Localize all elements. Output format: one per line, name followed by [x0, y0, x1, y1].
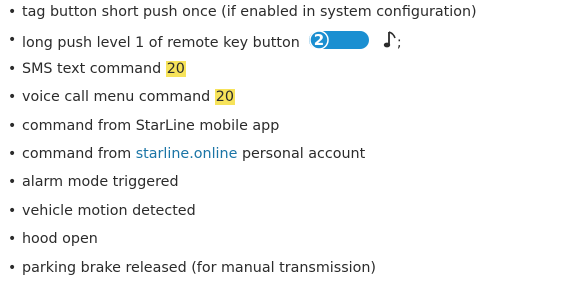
bullet: •: [8, 202, 17, 219]
command-code: 20: [214, 89, 235, 106]
list-item: • long push level 1 of remote key button…: [8, 30, 575, 58]
bullet: •: [8, 117, 17, 134]
remote-key-button-icon: 2: [308, 30, 374, 51]
bullet: •: [8, 4, 17, 20]
bullet: •: [8, 89, 17, 106]
list-item: • command from StarLine mobile app: [8, 116, 575, 144]
key-button-number: 2: [314, 31, 324, 49]
item-text: alarm mode triggered: [22, 174, 179, 191]
list-item: • voice call menu command 20: [8, 87, 575, 115]
starline-online-link[interactable]: starline.online: [136, 146, 238, 162]
music-note-icon: [383, 30, 397, 50]
list-item: • alarm mode triggered: [8, 172, 575, 200]
bullet: •: [8, 32, 17, 49]
list-item: • command from starline.online personal …: [8, 144, 575, 172]
command-code: 20: [165, 60, 186, 77]
list-item: • SMS text command 20: [8, 59, 575, 87]
bullet: •: [8, 259, 17, 276]
item-text: SMS text command: [22, 60, 162, 77]
list-item: • vehicle motion detected: [8, 201, 575, 229]
bullet: •: [8, 174, 17, 191]
item-text-suffix: ;: [396, 35, 402, 52]
list-item: • hood open: [8, 229, 575, 257]
bullet: •: [8, 145, 17, 162]
item-text: tag button short push once (if enabled i…: [22, 4, 477, 20]
item-text: command from: [22, 145, 132, 162]
bullet: •: [8, 60, 17, 77]
list-item: • parking brake released (for manual tra…: [8, 258, 575, 286]
item-text-suffix: personal account: [241, 145, 366, 162]
item-text: command from StarLine mobile app: [22, 117, 280, 134]
item-text: voice call menu command: [22, 89, 211, 106]
item-text: vehicle motion detected: [22, 202, 196, 219]
item-text: long push level 1 of remote key button: [22, 35, 300, 52]
list-item: • tag button short push once (if enabled…: [8, 2, 575, 30]
bullet: •: [8, 231, 17, 248]
item-text: hood open: [22, 231, 98, 248]
condition-list: • tag button short push once (if enabled…: [0, 0, 575, 286]
item-text: parking brake released (for manual trans…: [22, 259, 377, 276]
